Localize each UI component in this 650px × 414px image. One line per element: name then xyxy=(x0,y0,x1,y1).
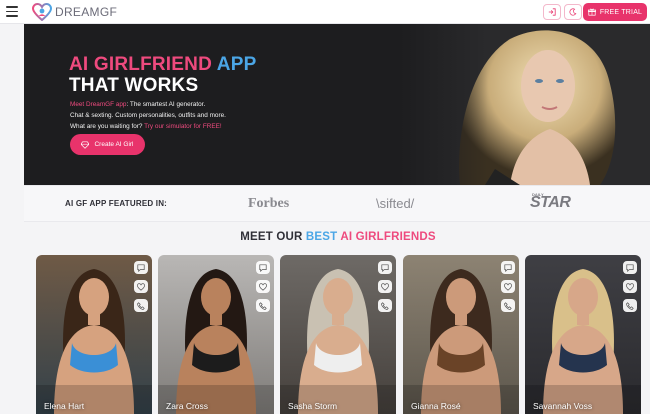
hero-title-line2: THAT WORKS xyxy=(69,75,199,96)
girl-card[interactable]: Savannah Voss xyxy=(525,255,641,414)
phone-icon xyxy=(626,301,634,310)
hero-copy-line3a: What are you waiting for? xyxy=(70,123,143,130)
girl-card[interactable]: Sasha Storm xyxy=(280,255,396,414)
create-ai-girl-button[interactable]: Create AI Girl xyxy=(70,134,145,155)
call-button[interactable] xyxy=(623,299,637,312)
girl-card[interactable]: Zara Cross xyxy=(158,255,274,414)
chat-icon xyxy=(137,263,145,272)
call-button[interactable] xyxy=(378,299,392,312)
call-button[interactable] xyxy=(501,299,515,312)
hero-portrait-image xyxy=(400,24,650,185)
phone-icon xyxy=(504,301,512,310)
heart-icon xyxy=(381,282,389,291)
chat-icon xyxy=(259,263,267,272)
daily-star-small-text: DAILY xyxy=(532,192,544,197)
call-button[interactable] xyxy=(256,299,270,312)
forbes-logo: Forbes xyxy=(248,196,290,211)
chat-icon xyxy=(626,263,634,272)
card-actions xyxy=(378,261,392,318)
hero-title: AI GIRLFRIEND APP THAT WORKS xyxy=(69,54,256,96)
chat-button[interactable] xyxy=(623,261,637,274)
hero-banner: AI GIRLFRIEND APP THAT WORKS Meet DreamG… xyxy=(24,24,650,185)
hero-copy-line3b: Try our simulator for FREE! xyxy=(142,123,222,130)
section-title-a: MEET OUR xyxy=(240,231,306,243)
girl-name: Savannah Voss xyxy=(533,401,593,411)
sifted-logo: \sifted/ xyxy=(376,196,415,211)
phone-icon xyxy=(381,301,389,310)
like-button[interactable] xyxy=(501,280,515,293)
brand-logo[interactable]: DREAMGF xyxy=(32,3,117,21)
heart-logo-icon xyxy=(32,3,52,21)
brand-name: DREAMGF xyxy=(55,5,118,19)
heart-icon xyxy=(626,282,634,291)
section-title: MEET OUR BEST AI GIRLFRIENDS xyxy=(0,231,650,243)
girl-name: Zara Cross xyxy=(166,401,209,411)
menu-icon[interactable] xyxy=(6,6,18,18)
theme-toggle-button[interactable] xyxy=(564,4,582,20)
girl-name: Sasha Storm xyxy=(288,401,338,411)
phone-icon xyxy=(259,301,267,310)
chat-button[interactable] xyxy=(256,261,270,274)
login-icon xyxy=(548,8,556,16)
girl-card[interactable]: Gianna Rosé xyxy=(403,255,519,414)
login-button[interactable] xyxy=(543,4,561,20)
create-ai-girl-label: Create AI Girl xyxy=(94,141,134,148)
hero-description: Meet DreamGF app: The smartest AI genera… xyxy=(70,99,226,132)
hero-title-part1: AI GIRLFRIEND xyxy=(69,54,212,75)
chat-button[interactable] xyxy=(134,261,148,274)
like-button[interactable] xyxy=(378,280,392,293)
gift-icon xyxy=(587,8,596,16)
section-title-c: AI GIRLFRIENDS xyxy=(337,231,436,243)
hero-copy-line2: Chat & sexting. Custom personalities, ou… xyxy=(70,112,226,119)
heart-icon xyxy=(137,282,145,291)
girl-name: Elena Hart xyxy=(44,401,85,411)
card-actions xyxy=(501,261,515,318)
chat-icon xyxy=(381,263,389,272)
hero-copy-rest: : The smartest AI generator. xyxy=(126,101,206,108)
heart-icon xyxy=(259,282,267,291)
call-button[interactable] xyxy=(134,299,148,312)
hero-copy-accent: Meet DreamGF app xyxy=(70,101,127,108)
girl-card[interactable]: Elena Hart xyxy=(36,255,152,414)
diamond-icon xyxy=(81,140,90,149)
phone-icon xyxy=(137,301,145,310)
heart-icon xyxy=(504,282,512,291)
featured-label: AI GF APP FEATURED IN: xyxy=(65,199,168,208)
chat-icon xyxy=(504,263,512,272)
featured-in-bar: AI GF APP FEATURED IN: Forbes \sifted/ D… xyxy=(24,185,650,222)
free-trial-label: FREE TRIAL xyxy=(599,8,643,16)
daily-star-logo: DAILY STAR xyxy=(530,192,571,212)
chat-button[interactable] xyxy=(378,261,392,274)
card-actions xyxy=(623,261,637,318)
like-button[interactable] xyxy=(623,280,637,293)
hero-title-part2: APP xyxy=(216,54,257,75)
free-trial-button[interactable]: FREE TRIAL xyxy=(583,3,647,21)
like-button[interactable] xyxy=(134,280,148,293)
section-title-b: BEST xyxy=(305,231,338,243)
theme-moon-icon xyxy=(569,8,577,16)
top-navbar: DREAMGF FREE TRIAL xyxy=(0,0,650,24)
card-actions xyxy=(134,261,148,318)
chat-button[interactable] xyxy=(501,261,515,274)
card-actions xyxy=(256,261,270,318)
like-button[interactable] xyxy=(256,280,270,293)
girl-name: Gianna Rosé xyxy=(411,401,461,411)
